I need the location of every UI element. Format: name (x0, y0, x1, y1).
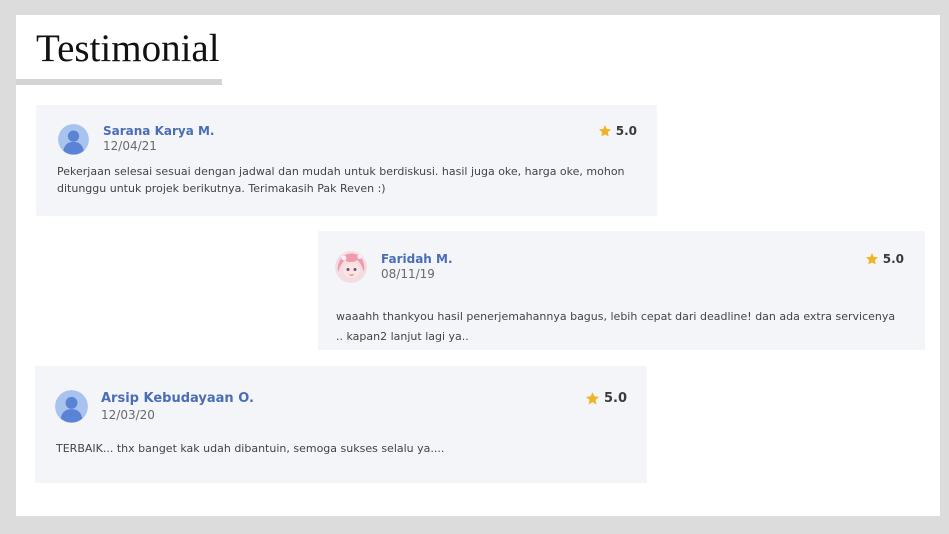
rating: 5.0 (865, 252, 904, 266)
testimonial-card: Faridah M. 08/11/19 5.0 waaahh thankyou … (318, 231, 925, 350)
title-underline (16, 79, 222, 85)
star-icon (585, 392, 599, 405)
review-date: 12/04/21 (103, 139, 157, 153)
reviewer-name[interactable]: Sarana Karya M. (103, 124, 215, 139)
reviewer-name[interactable]: Faridah M. (381, 252, 453, 267)
testimonial-card: Arsip Kebudayaan O. 12/03/20 5.0 TERBAIK… (35, 366, 647, 483)
review-comment: Pekerjaan selesai sesuai dengan jadwal d… (57, 165, 625, 195)
anime-girl-avatar-icon[interactable] (335, 251, 367, 283)
review-comment: TERBAIK... thx banget kak udah dibantuin… (56, 442, 445, 455)
rating-value: 5.0 (882, 252, 904, 266)
review-comment: waaahh thankyou hasil penerjemahannya ba… (336, 310, 896, 343)
rating: 5.0 (598, 124, 637, 138)
review-date: 12/03/20 (101, 408, 155, 422)
user-avatar-icon[interactable] (58, 124, 89, 155)
reviewer-name[interactable]: Arsip Kebudayaan O. (101, 391, 254, 407)
rating-value: 5.0 (603, 391, 627, 406)
slide: Testimonial Sarana Karya M. 12/04/21 5.0… (16, 15, 940, 516)
user-avatar-icon[interactable] (55, 390, 88, 423)
star-icon (865, 253, 878, 265)
rating-value: 5.0 (615, 124, 637, 138)
rating: 5.0 (585, 391, 627, 406)
review-date: 08/11/19 (381, 267, 435, 281)
page-title: Testimonial (36, 27, 220, 70)
testimonial-card: Sarana Karya M. 12/04/21 5.0 Pekerjaan s… (36, 105, 657, 216)
star-icon (598, 125, 611, 137)
